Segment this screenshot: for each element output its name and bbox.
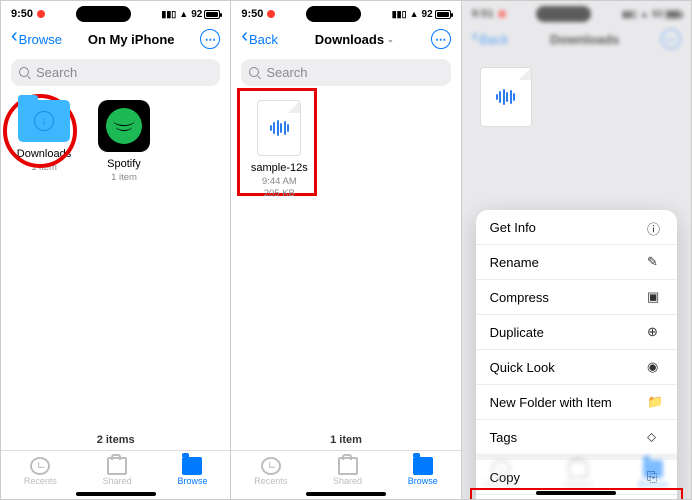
tab-shared[interactable]: Shared <box>333 457 362 486</box>
search-placeholder: Search <box>266 65 307 80</box>
back-label: Browse <box>19 32 62 47</box>
dynamic-island <box>306 6 361 22</box>
recording-indicator-icon <box>37 10 45 18</box>
page-title: On My iPhone <box>88 32 175 47</box>
nav-bar: Browse On My iPhone ⋯ <box>1 23 230 55</box>
file-size: 205 KB <box>243 188 315 200</box>
clock-icon <box>30 457 50 475</box>
tab-browse[interactable]: Browse <box>408 457 438 486</box>
more-button[interactable]: ⋯ <box>200 29 220 49</box>
tab-recents[interactable]: Recents <box>24 457 57 486</box>
downloads-folder-icon <box>18 100 70 142</box>
dynamic-island <box>76 6 131 22</box>
status-bar: 9:50 ▮▮▯ ▲ 92 <box>1 1 230 23</box>
tab-bar: Recents Shared Browse <box>231 450 460 488</box>
clock-time: 9:50 <box>11 8 33 20</box>
item-count: 2 items <box>1 430 230 450</box>
clock-icon <box>261 457 281 475</box>
recording-indicator-icon <box>267 10 275 18</box>
folder-spotify[interactable]: Spotify 1 item <box>93 100 155 184</box>
folder-meta: 1 item <box>93 172 155 184</box>
screen-downloads: 9:50 ▮▮▯ ▲ 92 Back Downloads⌄ ⋯ Search s… <box>231 0 461 500</box>
wifi-icon: ▲ <box>640 9 649 19</box>
battery-percent: 92 <box>652 9 663 20</box>
status-bar: 9:50 ▮▮▯ ▲ 92 <box>231 1 460 23</box>
home-indicator[interactable] <box>76 492 156 496</box>
search-icon <box>249 67 261 79</box>
cellular-icon: ▮▮▯ <box>622 9 637 20</box>
tag-icon: ⬦ <box>647 429 663 445</box>
audio-file-icon <box>480 67 532 127</box>
duplicate-icon: ⊕ <box>647 324 663 340</box>
file-sample-12s[interactable]: sample-12s 9:44 AM 205 KB <box>243 100 315 200</box>
tab-bar-blurred: Recents Shared Browse <box>462 453 691 491</box>
battery-icon <box>665 10 681 19</box>
menu-quick-look[interactable]: Quick Look◉ <box>476 350 677 385</box>
page-title[interactable]: Downloads⌄ <box>315 32 394 47</box>
file-time: 9:44 AM <box>243 176 315 188</box>
spotify-app-icon <box>98 100 150 152</box>
cellular-icon: ▮▮▯ <box>392 9 407 20</box>
back-label: Back <box>249 32 278 47</box>
nav-bar: Back Downloads⌄ ⋯ <box>231 23 460 55</box>
cellular-icon: ▮▮▯ <box>161 9 176 20</box>
home-indicator[interactable] <box>306 492 386 496</box>
chevron-down-icon: ⌄ <box>387 35 394 44</box>
file-label: sample-12s <box>243 162 315 174</box>
menu-get-info[interactable]: Get Infoⓘ <box>476 210 677 245</box>
clock-time: 9:50 <box>241 8 263 20</box>
shared-icon <box>338 457 358 475</box>
folder-plus-icon: 📁 <box>647 394 663 410</box>
folder-downloads[interactable]: Downloads 1 item <box>13 100 75 184</box>
folder-label: Downloads <box>13 148 75 160</box>
wifi-icon: ▲ <box>179 9 188 19</box>
battery-percent: 92 <box>422 9 433 20</box>
chevron-left-icon <box>11 32 18 47</box>
info-icon: ⓘ <box>647 219 663 235</box>
nav-bar-blurred: Back Downloads ⋯ <box>462 23 691 55</box>
back-button[interactable]: Back <box>241 32 278 47</box>
audio-file-icon <box>257 100 301 156</box>
recording-indicator-icon <box>498 10 506 18</box>
screen-on-my-iphone: 9:50 ▮▮▯ ▲ 92 Browse On My iPhone ⋯ Sear… <box>0 0 231 500</box>
eye-icon: ◉ <box>647 359 663 375</box>
battery-icon <box>435 10 451 19</box>
chevron-left-icon <box>241 32 248 47</box>
more-button[interactable]: ⋯ <box>431 29 451 49</box>
search-field[interactable]: Search <box>11 59 220 86</box>
menu-move[interactable]: Move▭ <box>476 495 677 500</box>
tab-shared[interactable]: Shared <box>103 457 132 486</box>
pencil-icon: ✎ <box>647 254 663 270</box>
menu-compress[interactable]: Compress▣ <box>476 280 677 315</box>
back-button[interactable]: Browse <box>11 32 62 47</box>
folder-label: Spotify <box>93 158 155 170</box>
battery-icon <box>204 10 220 19</box>
tab-recents[interactable]: Recents <box>254 457 287 486</box>
search-placeholder: Search <box>36 65 77 80</box>
wifi-icon: ▲ <box>410 9 419 19</box>
menu-rename[interactable]: Rename✎ <box>476 245 677 280</box>
battery-percent: 92 <box>191 9 202 20</box>
search-icon <box>19 67 31 79</box>
item-count: 1 item <box>231 430 460 450</box>
dynamic-island <box>536 6 591 22</box>
menu-duplicate[interactable]: Duplicate⊕ <box>476 315 677 350</box>
clock-time: 9:51 <box>472 8 494 20</box>
screen-context-menu: 9:51 ▮▮▯ ▲ 92 Back Downloads ⋯ Get Infoⓘ… <box>462 0 692 500</box>
browse-icon <box>413 457 433 475</box>
folder-meta: 1 item <box>13 162 75 174</box>
browse-icon <box>182 457 202 475</box>
status-bar: 9:51 ▮▮▯ ▲ 92 <box>462 1 691 23</box>
search-field[interactable]: Search <box>241 59 450 86</box>
menu-new-folder[interactable]: New Folder with Item📁 <box>476 385 677 420</box>
home-indicator[interactable] <box>536 491 616 495</box>
shared-icon <box>107 457 127 475</box>
tab-browse[interactable]: Browse <box>177 457 207 486</box>
tab-bar: Recents Shared Browse <box>1 450 230 488</box>
archive-icon: ▣ <box>647 289 663 305</box>
